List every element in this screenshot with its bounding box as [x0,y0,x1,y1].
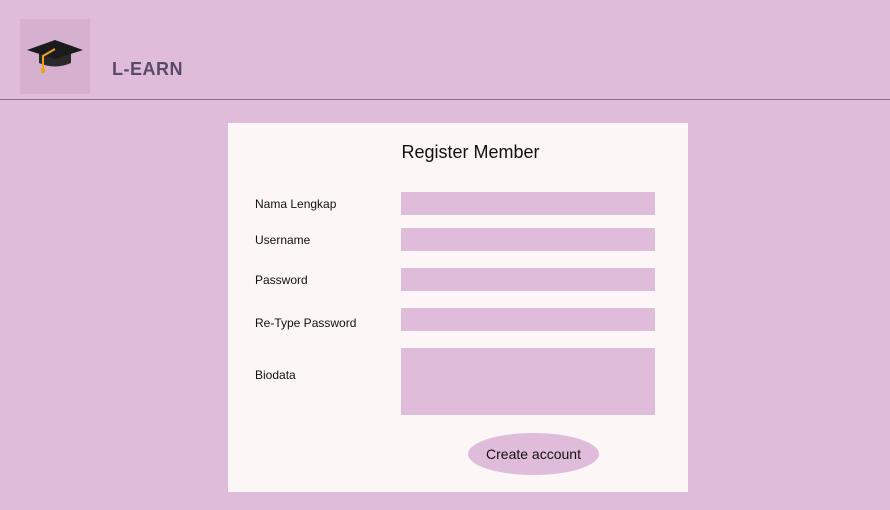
app-header: L-EARN [0,0,890,100]
username-input[interactable] [401,228,655,251]
retype-password-label: Re-Type Password [255,316,357,330]
password-input[interactable] [401,268,655,291]
username-label: Username [255,233,311,247]
brand-name: L-EARN [112,59,183,79]
biodata-textarea[interactable] [401,348,655,415]
password-label: Password [255,273,308,287]
create-account-button[interactable]: Create account [468,433,599,475]
form-title: Register Member [401,142,540,162]
full-name-input[interactable] [401,192,655,215]
register-form: Register Member Nama Lengkap Username Pa… [228,123,688,492]
full-name-label: Nama Lengkap [255,197,337,211]
graduation-cap-icon [27,40,83,73]
logo [20,19,90,94]
biodata-label: Biodata [255,368,296,382]
retype-password-input[interactable] [401,308,655,331]
